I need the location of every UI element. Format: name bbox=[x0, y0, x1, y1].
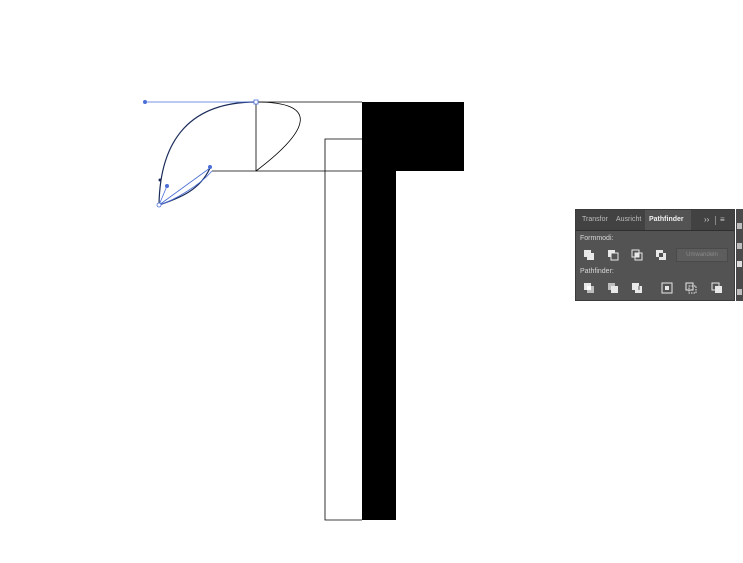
intersect-icon bbox=[631, 249, 643, 261]
unite-button[interactable] bbox=[582, 248, 596, 262]
panel-more-tabs-icon[interactable]: ›› bbox=[704, 210, 709, 230]
trim-button[interactable] bbox=[606, 281, 620, 295]
pathfinders-label: Pathfinder: bbox=[580, 268, 614, 275]
stem-outline-path[interactable] bbox=[324, 138, 362, 521]
merge-icon bbox=[632, 283, 642, 293]
panel-tab-bar: Transfor Ausricht Pathfinder ›› ≡ bbox=[576, 210, 734, 231]
merge-button[interactable] bbox=[630, 281, 644, 295]
selection-outline-path bbox=[158, 170, 213, 206]
anchor-point-bottom[interactable] bbox=[156, 202, 162, 208]
exclude-button[interactable] bbox=[654, 248, 668, 262]
letter-t-black-shape[interactable] bbox=[362, 102, 464, 520]
exclude-icon bbox=[656, 250, 666, 260]
tool-strip bbox=[736, 209, 743, 301]
tab-separator bbox=[715, 216, 716, 225]
handle-point-left[interactable] bbox=[143, 100, 147, 104]
minus-back-icon bbox=[711, 282, 722, 293]
strip-tool-icon-1[interactable] bbox=[737, 223, 742, 229]
crop-icon bbox=[661, 282, 673, 294]
handle-point-mid[interactable] bbox=[165, 184, 169, 188]
selected-curve-path[interactable] bbox=[158, 101, 257, 206]
panel-menu-icon[interactable]: ≡ bbox=[720, 210, 725, 230]
pathfinder-panel: Transfor Ausricht Pathfinder ›› ≡ Formmo… bbox=[575, 209, 735, 301]
strip-tool-icon-2[interactable] bbox=[737, 243, 742, 249]
tab-transform[interactable]: Transfor bbox=[578, 210, 616, 230]
shape-modes-label: Formmodi: bbox=[580, 235, 614, 242]
strip-tool-icon-4[interactable] bbox=[737, 289, 742, 295]
anchor-point-top[interactable] bbox=[253, 99, 259, 105]
minus-front-button[interactable] bbox=[606, 248, 620, 262]
trim-icon bbox=[608, 283, 618, 293]
divide-icon bbox=[584, 283, 594, 293]
tab-pathfinder[interactable]: Pathfinder bbox=[645, 210, 691, 230]
unite-icon bbox=[584, 250, 594, 260]
minus-back-button[interactable] bbox=[710, 281, 724, 295]
divide-button[interactable] bbox=[582, 281, 596, 295]
anchor-point-curve[interactable] bbox=[158, 178, 162, 182]
outline-button[interactable] bbox=[684, 281, 698, 295]
minus-front-icon bbox=[608, 250, 619, 261]
tab-align[interactable]: Ausricht bbox=[614, 210, 646, 230]
crop-button[interactable] bbox=[660, 281, 674, 295]
outline-icon bbox=[685, 282, 697, 294]
expand-button[interactable]: Umwandeln bbox=[676, 248, 728, 262]
handle-point-right[interactable] bbox=[208, 165, 212, 169]
curve-inner-path[interactable] bbox=[255, 101, 301, 172]
strip-tool-icon-3[interactable] bbox=[737, 261, 742, 267]
intersect-button[interactable] bbox=[630, 248, 644, 262]
